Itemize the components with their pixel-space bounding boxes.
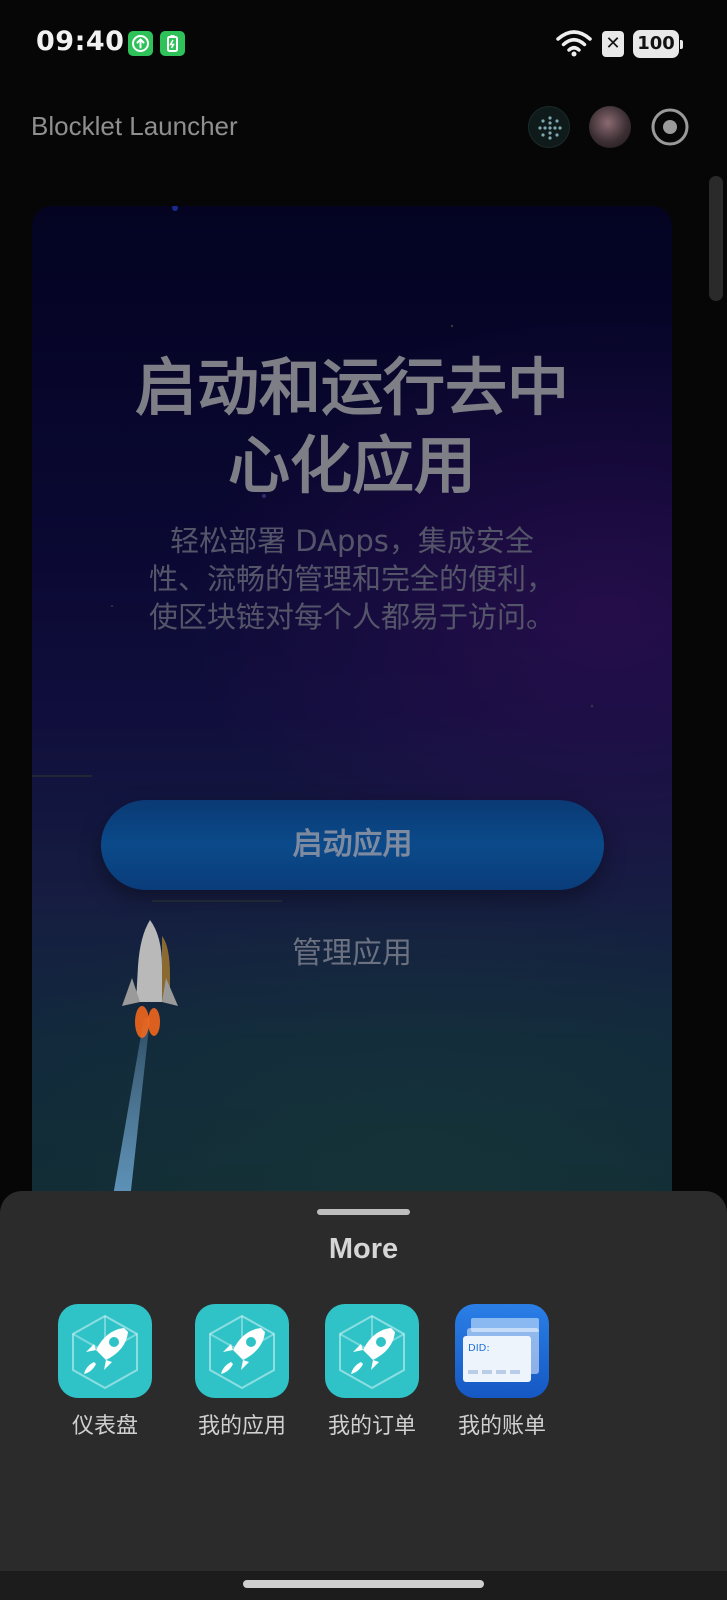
no-sim-icon: ✕ xyxy=(602,31,624,57)
battery-icon: 100 xyxy=(633,30,683,58)
menu-item-my-orders[interactable]: 我的订单 xyxy=(307,1304,437,1440)
hero-title: 启动和运行去中 心化应用 xyxy=(32,349,672,505)
sheet-drag-handle[interactable] xyxy=(317,1209,410,1215)
hero-subtitle: 轻松部署 DApps，集成安全 性、流畅的管理和完全的便利， 使区块链对每个人都… xyxy=(122,522,582,636)
rocket-illustration xyxy=(107,920,178,1226)
rocket-app-icon xyxy=(325,1304,419,1398)
hero-title-line: 心化应用 xyxy=(227,429,476,502)
system-nav-bar xyxy=(0,1571,727,1600)
hero-title-line: 启动和运行去中 xyxy=(134,351,569,424)
rocket-app-icon xyxy=(195,1304,289,1398)
app-title: Blocklet Launcher xyxy=(31,111,238,141)
status-bar: 09:40 ✕ 100 xyxy=(0,0,727,88)
upload-notification-icon xyxy=(128,31,153,56)
hero-subtitle-line: 性、流畅的管理和完全的便利， xyxy=(148,562,555,596)
menu-item-label: 仪表盘 xyxy=(71,1414,138,1439)
launch-app-button[interactable]: 启动应用 xyxy=(101,800,604,890)
hero-card: 启动和运行去中 心化应用 轻松部署 DApps，集成安全 性、流畅的管理和完全的… xyxy=(32,206,672,1226)
menu-item-dashboard[interactable]: 仪表盘 xyxy=(40,1304,170,1440)
battery-charging-notification-icon xyxy=(160,31,185,56)
rocket-app-icon xyxy=(58,1304,152,1398)
menu-item-label: 我的订单 xyxy=(327,1414,416,1439)
hero-subtitle-line: 轻松部署 DApps，集成安全 xyxy=(170,524,534,558)
avatar[interactable] xyxy=(589,106,631,148)
menu-item-my-bills[interactable]: DID: 我的账单 xyxy=(437,1304,567,1440)
status-time: 09:40 xyxy=(36,26,125,57)
wifi-icon xyxy=(556,30,592,57)
record-icon[interactable] xyxy=(649,106,691,148)
home-indicator[interactable] xyxy=(243,1580,484,1588)
sheet-title: More xyxy=(328,1233,399,1265)
hero-subtitle-line: 使区块链对每个人都易于访问。 xyxy=(148,600,555,634)
menu-item-label: 我的账单 xyxy=(457,1414,546,1439)
dots-grid-icon[interactable] xyxy=(528,106,570,148)
menu-item-label: 我的应用 xyxy=(197,1414,286,1439)
menu-item-my-apps[interactable]: 我的应用 xyxy=(177,1304,307,1440)
scrollbar-thumb[interactable] xyxy=(709,176,723,301)
more-bottom-sheet: More 仪表盘 我的应用 我的订单 DID: 我的账单 xyxy=(0,1191,727,1571)
did-wallet-icon: DID: xyxy=(455,1304,549,1398)
svg-text:DID:: DID: xyxy=(468,1343,490,1354)
